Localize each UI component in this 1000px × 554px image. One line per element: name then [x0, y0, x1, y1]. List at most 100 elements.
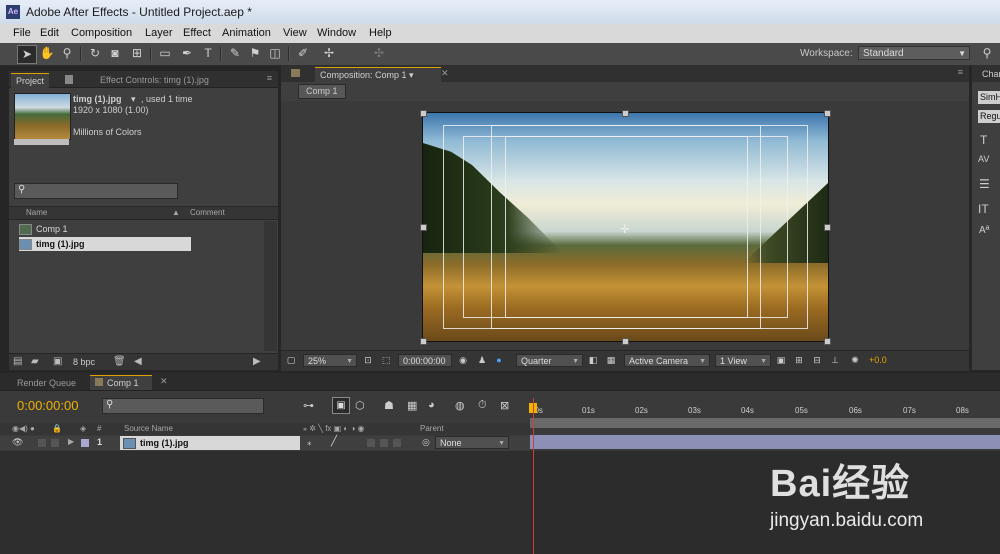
pen-tool-icon[interactable]: ✒	[178, 45, 196, 62]
panel-menu-icon[interactable]: ≡	[958, 67, 963, 77]
transparency-grid-icon[interactable]: ▦	[605, 355, 617, 366]
type-tool-icon[interactable]: T	[199, 45, 217, 62]
layer-handle[interactable]	[622, 338, 629, 345]
menu-view[interactable]: View	[283, 27, 307, 39]
color-channel-icon[interactable]: ●	[493, 355, 505, 366]
work-area-bar[interactable]	[530, 418, 1000, 428]
collapse-switch-icon[interactable]: ⁎	[307, 437, 312, 448]
current-time-display[interactable]: 0:00:00:00	[398, 354, 452, 367]
column-comment[interactable]: Comment	[190, 208, 225, 217]
rectangle-tool-icon[interactable]: ▭	[156, 45, 174, 62]
column-parent[interactable]: Parent	[420, 424, 444, 433]
layer-handle[interactable]	[824, 110, 831, 117]
current-time-indicator[interactable]	[533, 398, 534, 554]
fast-previews-icon[interactable]: ◧	[587, 355, 599, 366]
eye-icon[interactable]: 👁	[12, 437, 23, 448]
switch-box[interactable]	[380, 439, 388, 447]
brush-tool-icon[interactable]: ✎	[226, 45, 244, 62]
fast-preview-icon[interactable]: ⊞	[793, 355, 805, 366]
resolution-dropdown[interactable]: Quarter ▼	[516, 354, 583, 367]
new-folder-icon[interactable]: ▰	[31, 356, 39, 367]
region-of-interest-icon[interactable]: ⬚	[380, 355, 392, 366]
search-help-icon[interactable]: ⚲	[978, 45, 996, 62]
eraser-tool-icon[interactable]: ◫	[266, 45, 284, 62]
camera-tool-icon[interactable]: ◙	[106, 45, 124, 62]
menu-edit[interactable]: Edit	[40, 27, 59, 39]
flowchart-icon[interactable]: ⊥	[829, 355, 841, 366]
draft-3d-icon[interactable]: ⬡	[355, 399, 365, 412]
rotate-tool-icon[interactable]: ↻	[86, 45, 104, 62]
timeline-icon[interactable]: ⊟	[811, 355, 823, 366]
parent-dropdown[interactable]: None ▼	[435, 436, 509, 449]
composition-mini-flowchart-icon[interactable]: ⊶	[303, 399, 314, 412]
live-update-icon[interactable]: ▣	[332, 397, 350, 414]
layer-handle[interactable]	[420, 224, 427, 231]
project-item-comp[interactable]: Comp 1	[19, 222, 191, 236]
column-name[interactable]: Name	[26, 208, 47, 217]
menu-file[interactable]: File	[13, 27, 31, 39]
layer-name-field[interactable]: timg (1).jpg	[120, 436, 300, 450]
tab-effect-controls[interactable]: Effect Controls: timg (1).jpg	[95, 73, 214, 87]
exposure-value[interactable]: +0.0	[869, 355, 887, 365]
always-preview-icon[interactable]: ▢	[285, 355, 297, 366]
font-style-dropdown[interactable]: Regu	[978, 110, 1000, 123]
solo-switch[interactable]	[38, 439, 46, 447]
camera-dropdown[interactable]: Active Camera ▼	[624, 354, 710, 367]
snapshot-icon[interactable]: ◉	[457, 355, 469, 366]
layer-handle[interactable]	[420, 110, 427, 117]
new-composition-icon[interactable]: ▣	[53, 356, 62, 367]
menu-help[interactable]: Help	[369, 27, 392, 39]
tab-character[interactable]: Char	[982, 69, 1000, 79]
project-search-input[interactable]: ⚲	[14, 183, 178, 199]
tab-comp-1[interactable]: Comp 1	[90, 375, 152, 390]
zoom-tool-icon[interactable]: ⚲	[58, 45, 76, 62]
hide-shy-layers-icon[interactable]: ☗	[384, 399, 394, 412]
scroll-left-icon[interactable]: ◀	[134, 356, 142, 367]
bit-depth-button[interactable]: 8 bpc	[73, 357, 95, 367]
menu-effect[interactable]: Effect	[183, 27, 211, 39]
layer-duration-bar[interactable]	[530, 435, 1000, 449]
tab-project[interactable]: Project	[11, 73, 50, 88]
font-family-dropdown[interactable]: SimH	[978, 91, 1000, 104]
pan-behind-tool-icon[interactable]: ⊞	[128, 45, 146, 62]
sort-up-icon[interactable]: ▲	[172, 208, 180, 217]
switch-box[interactable]	[393, 439, 401, 447]
menu-layer[interactable]: Layer	[145, 27, 173, 39]
reset-exposure-icon[interactable]: ✺	[849, 355, 861, 366]
dropdown-arrow-icon[interactable]: ▾	[131, 94, 136, 105]
scroll-right-icon[interactable]: ▶	[253, 356, 261, 367]
composition-flowchart-tab[interactable]: Comp 1	[298, 84, 346, 99]
panel-menu-icon[interactable]: ≡	[267, 73, 272, 83]
layer-handle[interactable]	[420, 338, 427, 345]
tab-render-queue[interactable]: Render Queue	[12, 376, 81, 390]
tab-composition[interactable]: Composition: Comp 1 ▾	[315, 67, 441, 82]
composition-viewer[interactable]: ✛	[281, 101, 969, 351]
auto-keyframe-icon[interactable]: ⏱	[478, 399, 487, 412]
quality-switch-icon[interactable]: ╱	[331, 436, 337, 447]
switch-box[interactable]	[367, 439, 375, 447]
motion-blur-icon[interactable]: ◕	[428, 399, 435, 411]
workspace-dropdown[interactable]: Standard ▼	[858, 46, 970, 60]
hand-tool-icon[interactable]: ✋	[38, 45, 56, 62]
show-snapshot-icon[interactable]: ♟	[476, 355, 488, 366]
toggle-pixel-aspect-icon[interactable]: ▣	[775, 355, 787, 366]
zoom-dropdown[interactable]: 25% ▼	[303, 354, 357, 367]
pick-whip-icon[interactable]: ◎	[422, 437, 430, 448]
menu-composition[interactable]: Composition	[71, 27, 132, 39]
trash-icon[interactable]: 🗑	[113, 356, 126, 367]
close-icon[interactable]: ✕	[441, 68, 449, 79]
frame-blending-icon[interactable]: ▦	[407, 399, 417, 412]
clone-stamp-tool-icon[interactable]: ⚑	[246, 45, 264, 62]
menu-animation[interactable]: Animation	[222, 27, 271, 39]
timeline-search-input[interactable]: ⚲	[102, 398, 264, 414]
project-scrollbar[interactable]	[264, 221, 277, 351]
project-item-footage[interactable]: timg (1).jpg	[19, 237, 191, 251]
current-time-display[interactable]: 0:00:00:00	[17, 398, 78, 413]
time-ruler[interactable]: 00s 01s 02s 03s 04s 05s 06s 07s 08s	[530, 398, 1000, 418]
aspect-ratio-icon[interactable]: ⊡	[362, 355, 374, 366]
roto-brush-tool-icon[interactable]: ✐	[294, 45, 312, 62]
selection-tool-icon[interactable]: ➤	[17, 45, 37, 64]
menu-window[interactable]: Window	[317, 27, 356, 39]
layer-handle[interactable]	[824, 338, 831, 345]
layer-handle[interactable]	[824, 224, 831, 231]
